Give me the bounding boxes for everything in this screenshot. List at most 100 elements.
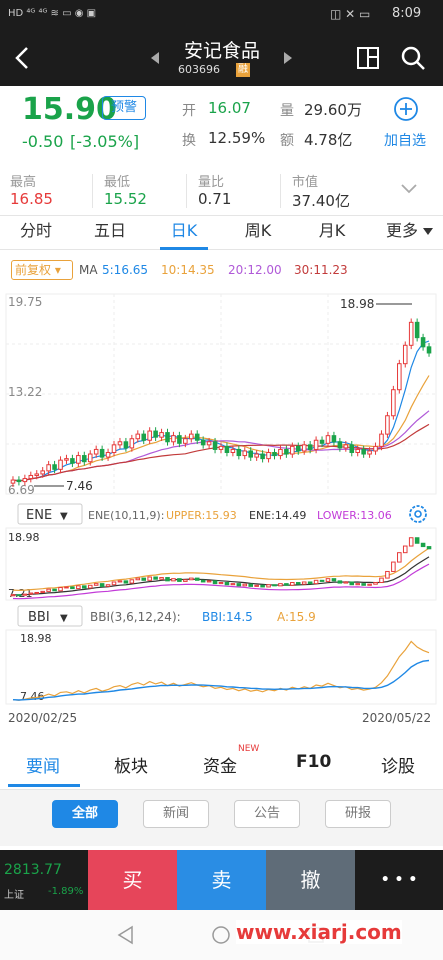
candle-body xyxy=(16,479,22,483)
split-screen-icon[interactable] xyxy=(356,46,380,70)
filter-announcements[interactable]: 公告 xyxy=(234,800,300,828)
tab-more[interactable]: 更多 xyxy=(380,216,424,250)
alert-button[interactable]: 预警 xyxy=(102,96,146,120)
ene-candle-body xyxy=(105,584,111,587)
more-dropdown-icon[interactable] xyxy=(423,228,433,236)
candle-body xyxy=(64,458,69,461)
ene-params: ENE(10,11,9): xyxy=(88,509,164,522)
sell-button[interactable]: 卖 xyxy=(177,850,266,910)
nav-home-icon[interactable] xyxy=(211,925,231,945)
add-watchlist-icon[interactable] xyxy=(393,96,419,122)
ene-candle-body xyxy=(46,588,51,592)
ene-candle-body xyxy=(183,579,188,582)
tab-five-day[interactable]: 五日 xyxy=(78,216,142,250)
open-label: 开 xyxy=(182,103,196,119)
amount-label: 额 xyxy=(280,133,294,149)
ene-candle-body xyxy=(212,580,218,585)
more-actions-button[interactable]: • • • xyxy=(355,850,443,910)
candle-body xyxy=(385,415,390,435)
stat-market-cap-value: 37.40亿 xyxy=(292,192,350,210)
candle-body xyxy=(76,455,81,464)
prev-stock-icon[interactable] xyxy=(150,52,160,64)
cancel-order-button[interactable]: 撤 xyxy=(266,850,355,910)
candle-body xyxy=(242,450,248,457)
stat-low: 最低 15.52 xyxy=(94,166,184,216)
tab-monthly-k[interactable]: 月K xyxy=(300,216,364,250)
ene-candle-body xyxy=(194,577,200,581)
candle-body xyxy=(129,438,135,449)
ene-candle-body xyxy=(141,577,147,581)
candle-body xyxy=(141,433,147,441)
trade-bar: 2813.77 上证 -1.89% 买 卖 撤 • • • xyxy=(0,850,443,910)
ene-candle-body xyxy=(355,583,360,586)
candle-body xyxy=(194,433,200,441)
candle-body xyxy=(260,453,265,460)
ene-name: ENE xyxy=(26,508,52,523)
ene-candle-body xyxy=(266,584,271,588)
status-bar: HD ⁴ᴳ ⁴ᴳ ≋ ▭ ◉ ▣ ◫ ✕ ▭ 8:09 xyxy=(0,0,443,30)
candle-body xyxy=(22,478,28,483)
tab-intraday[interactable]: 分时 xyxy=(4,216,68,250)
ene-candle-body xyxy=(165,577,170,582)
expand-icon[interactable] xyxy=(400,183,418,195)
candle-body xyxy=(414,321,420,339)
candle-body xyxy=(183,438,188,444)
divider xyxy=(92,174,93,208)
search-icon[interactable] xyxy=(400,45,426,71)
divider xyxy=(280,174,281,208)
filter-news[interactable]: 新闻 xyxy=(143,800,209,828)
news-tab-headlines[interactable]: 要闻 xyxy=(26,752,60,777)
ene-candle-body xyxy=(99,583,105,587)
ene-candle-body xyxy=(379,577,384,584)
news-tab-capital[interactable]: 资金 xyxy=(203,752,237,777)
kline-chart-area[interactable]: 19.75 13.22 6.69 18.98 7.46 ENE ▼ ENE(10… xyxy=(0,290,443,740)
ene-candle-body xyxy=(373,582,378,585)
turnover-value: 12.59% xyxy=(208,129,266,147)
ene-candle-body xyxy=(87,584,93,589)
ene-candle-body xyxy=(16,594,22,597)
ene-ene: ENE:14.49 xyxy=(249,509,306,522)
divider xyxy=(186,174,187,208)
candle-body xyxy=(171,435,176,443)
candle-body xyxy=(10,479,16,484)
ene-candle-body xyxy=(147,576,152,581)
add-watchlist-label[interactable]: 加自选 xyxy=(384,130,426,150)
settings-icon[interactable] xyxy=(409,505,427,523)
price-change: -0.50 xyxy=(22,132,64,151)
news-tab-f10[interactable]: F10 xyxy=(296,752,331,772)
candle-body xyxy=(117,441,123,446)
ene-candle-body xyxy=(414,537,420,544)
ene-candle-body xyxy=(10,594,16,597)
candle-body xyxy=(87,453,93,463)
ene-candle-body xyxy=(117,580,123,583)
clock: 8:09 xyxy=(392,6,422,21)
ma30-value: 30:11.23 xyxy=(294,263,348,277)
nav-back-icon[interactable] xyxy=(116,925,136,945)
next-stock-icon[interactable] xyxy=(283,52,293,64)
candle-body xyxy=(70,458,75,464)
candle-body xyxy=(200,439,206,446)
news-tab-sector[interactable]: 板块 xyxy=(114,752,148,777)
candle-body xyxy=(236,448,242,457)
ene-candle-body xyxy=(188,577,194,581)
tab-weekly-k[interactable]: 周K xyxy=(226,216,290,250)
watermark: www.xiarj.com xyxy=(236,920,402,944)
adjust-select[interactable]: 前复权 ▾ xyxy=(11,260,73,280)
news-tab-diagnosis[interactable]: 诊股 xyxy=(381,752,415,777)
main-min-label: 6.69 xyxy=(8,483,35,497)
index-ticker[interactable]: 2813.77 上证 -1.89% xyxy=(0,850,88,910)
ene-candle-body xyxy=(290,582,295,586)
candle-body xyxy=(290,445,295,455)
back-icon[interactable] xyxy=(14,46,30,70)
ene-candle-body xyxy=(295,582,301,585)
ene-candle-body xyxy=(349,581,355,586)
filter-all[interactable]: 全部 xyxy=(52,800,118,828)
filter-reports[interactable]: 研报 xyxy=(325,800,391,828)
tab-daily-k[interactable]: 日K xyxy=(152,216,216,250)
candle-body xyxy=(123,441,129,449)
ene-candle-body xyxy=(236,583,242,587)
bbi-line xyxy=(12,659,430,701)
candle-body xyxy=(373,445,378,452)
ma-bar: 前复权 ▾ MA 5:16.65 10:14.35 20:12.00 30:11… xyxy=(0,250,443,290)
buy-button[interactable]: 买 xyxy=(88,850,177,910)
